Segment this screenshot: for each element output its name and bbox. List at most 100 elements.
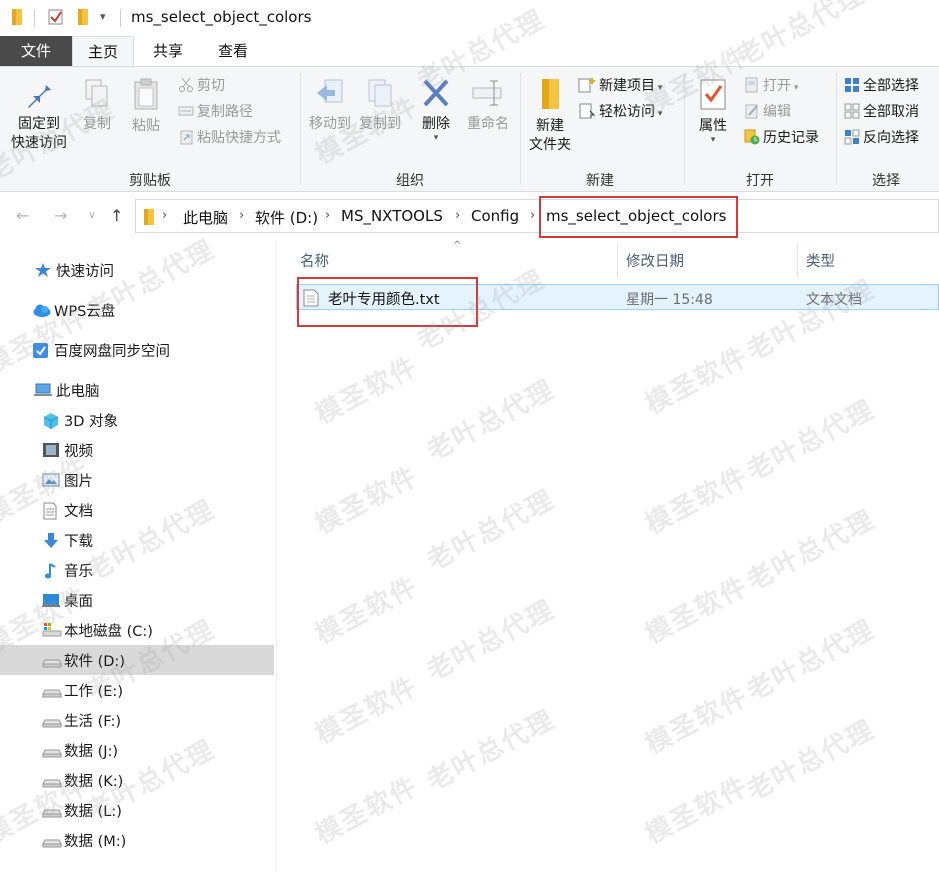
nav-item-label: 图片 <box>64 474 93 490</box>
up-arrow-icon[interactable]: ↑ <box>110 206 123 225</box>
address-row: ← → ∨ ↑ › 此电脑 › 软件 (D:) › MS_NXTOOLS › C… <box>0 192 939 240</box>
cut-button[interactable]: 剪切 <box>178 77 225 95</box>
paste-shortcut-button[interactable]: 粘贴快捷方式 <box>178 129 281 147</box>
breadcrumb-ms-nxtools[interactable]: MS_NXTOOLS <box>341 207 443 225</box>
group-label-clipboard: 剪贴板 <box>129 173 171 189</box>
tab-view[interactable]: 查看 <box>205 36 261 67</box>
nav-item[interactable]: 数据 (K:) <box>0 765 274 795</box>
nav-item[interactable]: 音乐 <box>0 555 274 585</box>
breadcrumb-chevron-icon[interactable]: › <box>162 208 167 223</box>
folder-icon <box>10 8 24 30</box>
properties-dropdown-icon[interactable]: ▾ <box>690 136 736 145</box>
move-to-button[interactable]: 移动到 <box>306 77 354 134</box>
copy-button[interactable]: 复制 <box>78 77 116 134</box>
rename-button[interactable]: 重命名 <box>462 77 514 134</box>
breadcrumb-config[interactable]: Config <box>471 207 519 225</box>
new-item-icon <box>578 78 599 94</box>
select-none-button[interactable]: 全部取消 <box>844 103 919 121</box>
history-button[interactable]: 历史记录 <box>744 129 819 147</box>
edit-button[interactable]: 编辑 <box>744 103 791 121</box>
nav-item[interactable]: 数据 (M:) <box>0 825 274 855</box>
delete-button[interactable]: 删除 ▾ <box>416 77 456 143</box>
scissors-icon <box>178 77 197 94</box>
breadcrumb-chevron-icon[interactable]: › <box>239 208 244 223</box>
properties-button[interactable]: 属性 ▾ <box>690 77 736 145</box>
open-icon <box>744 77 763 94</box>
document-icon <box>42 502 60 520</box>
breadcrumb-chevron-icon[interactable]: › <box>455 208 460 223</box>
column-header-modified[interactable]: 修改日期 <box>626 250 684 271</box>
tab-share[interactable]: 共享 <box>140 36 196 67</box>
drive-icon <box>42 742 62 758</box>
nav-item-label: 数据 (J:) <box>64 744 119 760</box>
nav-item[interactable]: 桌面 <box>0 585 274 615</box>
recent-locations-chevron-icon[interactable]: ∨ <box>88 208 96 221</box>
move-to-icon <box>313 79 347 113</box>
group-label-new: 新建 <box>586 173 614 189</box>
nav-item[interactable]: 3D 对象 <box>0 405 274 435</box>
nav-item[interactable]: 工作 (E:) <box>0 675 274 705</box>
nav-item[interactable]: 数据 (J:) <box>0 735 274 765</box>
navigation-pane: 快速访问 WPS云盘百度网盘同步空间此电脑 3D 对象视频图片文档 下载 音乐桌面本地磁… <box>0 240 276 872</box>
paste-button[interactable]: 粘贴 <box>126 77 166 136</box>
nav-item[interactable]: 下载 <box>0 525 274 555</box>
tab-file[interactable]: 文件 <box>0 36 72 67</box>
properties-check-icon[interactable] <box>47 8 65 30</box>
copy-to-button[interactable]: 复制到 <box>356 77 404 134</box>
delete-dropdown-icon[interactable]: ▾ <box>416 134 456 143</box>
drive-icon <box>42 712 62 728</box>
sort-ascending-icon: ^ <box>453 240 462 251</box>
forward-arrow-icon[interactable]: → <box>54 206 67 225</box>
nav-item-label: 桌面 <box>64 594 93 610</box>
breadcrumb-this-pc[interactable]: 此电脑 <box>183 207 228 228</box>
file-modified: 星期一 15:48 <box>626 292 713 308</box>
nav-item[interactable]: 视频 <box>0 435 274 465</box>
nav-item[interactable]: 数据 (L:) <box>0 795 274 825</box>
nav-item-label: 工作 (E:) <box>64 684 123 700</box>
easy-access-button[interactable]: 轻松访问 ▾ <box>578 103 662 123</box>
nav-item-label: 数据 (K:) <box>64 774 124 790</box>
select-all-button[interactable]: 全部选择 <box>844 77 919 95</box>
column-header-name[interactable]: 名称 <box>300 250 329 271</box>
nav-item-label: 视频 <box>64 444 93 460</box>
new-folder-quick-icon[interactable] <box>76 8 90 30</box>
rename-icon <box>470 80 506 113</box>
open-button[interactable]: 打开 ▾ <box>744 77 798 97</box>
nav-item[interactable]: 本地磁盘 (C:) <box>0 615 274 645</box>
nav-item[interactable]: 快速访问 <box>0 255 274 285</box>
highlight-box-file <box>297 277 478 327</box>
nav-item[interactable]: 图片 <box>0 465 274 495</box>
customize-quick-access-icon[interactable]: ▾ <box>100 10 106 23</box>
tab-home[interactable]: 主页 <box>72 36 134 67</box>
pin-to-quick-access-button[interactable]: 固定到 快速访问 <box>6 77 72 153</box>
title-bar: ▾ ms_select_object_colors <box>0 0 939 36</box>
breadcrumb-chevron-icon[interactable]: › <box>325 208 330 223</box>
copy-icon <box>82 79 112 113</box>
invert-selection-button[interactable]: 反向选择 <box>844 129 919 147</box>
column-header-type[interactable]: 类型 <box>806 250 835 271</box>
file-type: 文本文档 <box>806 292 862 308</box>
download-arrow-icon <box>42 532 60 548</box>
new-folder-icon <box>535 79 565 115</box>
address-bar[interactable]: › 此电脑 › 软件 (D:) › MS_NXTOOLS › Config › … <box>135 199 939 233</box>
back-arrow-icon[interactable]: ← <box>16 206 29 225</box>
properties-icon <box>698 79 728 115</box>
new-item-button[interactable]: 新建项目 ▾ <box>578 77 662 97</box>
copy-path-button[interactable]: 复制路径 <box>178 103 253 121</box>
nav-item[interactable]: 软件 (D:) <box>0 645 274 675</box>
nav-item[interactable]: 文档 <box>0 495 274 525</box>
nav-item[interactable]: 生活 (F:) <box>0 705 274 735</box>
nav-item[interactable]: 此电脑 <box>0 375 274 405</box>
new-folder-button[interactable]: 新建 文件夹 <box>524 77 576 155</box>
group-label-open: 打开 <box>746 173 774 189</box>
invert-selection-icon <box>844 129 863 146</box>
delete-x-icon <box>420 79 452 113</box>
cube-icon <box>42 412 60 429</box>
nav-item[interactable]: WPS云盘 <box>0 295 274 325</box>
breadcrumb-drive-d[interactable]: 软件 (D:) <box>255 207 318 228</box>
nav-item[interactable]: 百度网盘同步空间 <box>0 335 274 365</box>
group-label-organize: 组织 <box>396 173 424 189</box>
breadcrumb-chevron-icon[interactable]: › <box>530 208 535 223</box>
group-label-select: 选择 <box>872 173 900 189</box>
nav-item-label: 此电脑 <box>56 384 100 400</box>
